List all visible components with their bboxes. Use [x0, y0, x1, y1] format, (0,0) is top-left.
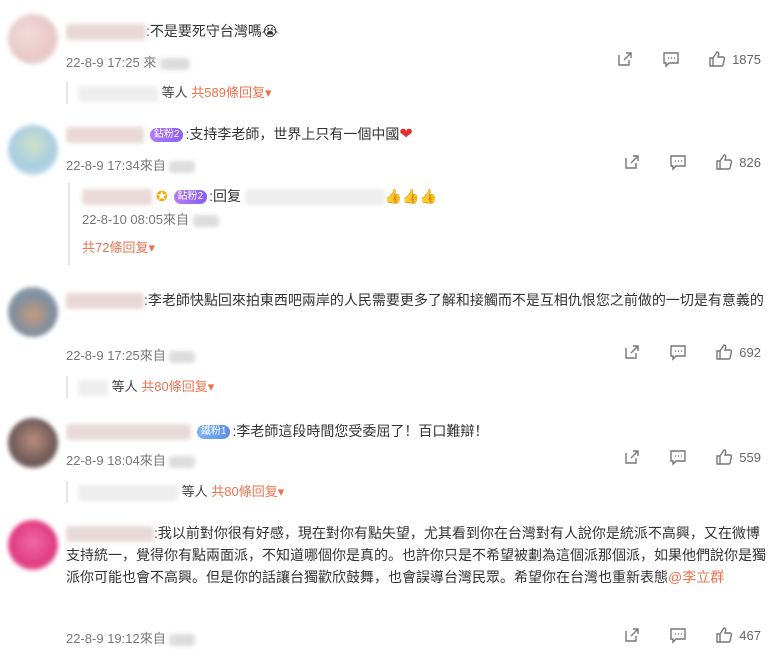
source-blurred — [169, 633, 196, 646]
fan-badge: 鉆粉2 — [173, 190, 208, 205]
chevron-down-icon[interactable]: ▾ — [208, 379, 215, 394]
like-icon[interactable] — [715, 343, 733, 361]
reply-text: ✪ 鉆粉2:回复 👍👍👍 — [82, 183, 437, 209]
thumbs-emoji: 👍👍👍 — [384, 188, 438, 204]
username-blurred[interactable] — [66, 526, 154, 543]
like-count: 692 — [739, 344, 761, 360]
username-blurred[interactable] — [66, 24, 146, 41]
reply-summary[interactable]: 等人 共589條回复▾ — [66, 82, 272, 104]
comment-source: 來 — [143, 55, 157, 70]
fan-badge: 鐵粉1 — [196, 425, 231, 440]
comment-actions: 826 — [595, 153, 761, 171]
username-blurred[interactable] — [66, 127, 144, 144]
like-icon[interactable] — [708, 50, 726, 68]
summary-total[interactable]: 共80條回复 — [211, 484, 277, 499]
summary-who: 等人 — [161, 85, 188, 100]
avatar[interactable] — [8, 125, 58, 175]
avatar[interactable] — [8, 14, 58, 64]
comment-icon[interactable] — [669, 153, 687, 171]
source-blurred — [160, 57, 190, 70]
reply-target-blurred — [244, 189, 385, 206]
verified-icon: ✪ — [155, 188, 168, 204]
comment-text: :李老師快點回來拍東西吧兩岸的人民需要更多了解和接觸而不是互相仇恨您之前做的一切… — [66, 289, 766, 311]
comment-time: 22-8-9 17:25 — [66, 348, 140, 363]
like-count: 826 — [739, 154, 761, 170]
comment-time: 22-8-9 19:12 — [66, 631, 140, 646]
avatar[interactable] — [8, 287, 58, 337]
chevron-down-icon[interactable]: ▾ — [278, 484, 285, 499]
reply-meta: 22-8-10 08:05來自 — [82, 209, 437, 231]
like-icon[interactable] — [715, 448, 733, 466]
mention-link[interactable]: @李立群 — [668, 569, 724, 585]
fan-badge: 鉆粉2 — [149, 128, 184, 143]
username-blurred[interactable] — [66, 293, 144, 310]
comment-meta: 22-8-9 17:34來自 — [66, 155, 196, 174]
source-blurred — [169, 455, 196, 468]
comment-time: 22-8-9 17:25 — [66, 55, 140, 70]
source-blurred — [169, 160, 196, 173]
comment-time: 22-8-9 18:04 — [66, 453, 140, 468]
comment-meta: 22-8-9 19:12來自 — [66, 628, 196, 647]
summary-total[interactable]: 共589條回复 — [191, 85, 265, 100]
reply-time: 22-8-10 08:05 — [82, 212, 163, 227]
summary-who: 等人 — [181, 484, 208, 499]
comment-source: 來自 — [139, 453, 166, 468]
comment-text: :我以前對你很有好感，現在對你有點失望，尤其看到你在台灣對有人說你是統派不高興，… — [66, 522, 766, 588]
like-icon[interactable] — [715, 153, 733, 171]
reply-body: :回复 — [209, 188, 241, 204]
comment-text: 鐵粉1:李老師這段時間您受委屈了！百口難辯！ — [66, 420, 488, 442]
comment-actions: 692 — [595, 343, 761, 361]
comment-icon[interactable] — [669, 343, 687, 361]
comment-actions: 559 — [595, 448, 761, 466]
like-count: 559 — [739, 449, 761, 465]
share-icon[interactable] — [623, 153, 641, 171]
heart-icon: ❤ — [399, 126, 413, 143]
reply-source: 來自 — [162, 212, 189, 227]
comment-body: :支持李老師，世界上只有一個中國 — [185, 126, 400, 142]
share-icon[interactable] — [623, 448, 641, 466]
share-icon[interactable] — [623, 343, 641, 361]
source-blurred — [192, 214, 219, 227]
reply-username-blurred[interactable] — [82, 189, 152, 206]
summary-total[interactable]: 共72條回复 — [82, 240, 148, 255]
comment-body: :我以前對你很有好感，現在對你有點失望，尤其看到你在台灣對有人說你是統派不高興，… — [66, 525, 766, 585]
comment-source: 來自 — [139, 158, 166, 173]
nested-reply: ✪ 鉆粉2:回复 👍👍👍 22-8-10 08:05來自 共72條回复▾ — [68, 183, 437, 265]
replier-blurred — [78, 85, 158, 102]
comment-icon[interactable] — [669, 448, 687, 466]
replier-blurred — [78, 379, 108, 396]
summary-total[interactable]: 共80條回复 — [141, 379, 207, 394]
comment-meta: 22-8-9 17:25 來 — [66, 52, 190, 71]
comment-meta: 22-8-9 17:25來自 — [66, 345, 196, 364]
replier-blurred — [78, 484, 178, 501]
comment-icon[interactable] — [669, 626, 687, 644]
share-icon[interactable] — [616, 50, 634, 68]
chevron-down-icon[interactable]: ▾ — [265, 85, 272, 100]
source-blurred — [169, 350, 196, 363]
comment-text: :不是要死守台灣嗎😭 — [66, 20, 278, 42]
comment-source: 來自 — [139, 631, 166, 646]
username-blurred[interactable] — [66, 424, 191, 441]
like-icon[interactable] — [715, 626, 733, 644]
reply-summary[interactable]: 共72條回复▾ — [82, 231, 437, 265]
summary-who: 等人 — [111, 379, 138, 394]
avatar[interactable] — [8, 520, 58, 570]
like-count: 467 — [739, 627, 761, 643]
comment-text: 鉆粉2:支持李老師，世界上只有一個中國❤ — [66, 123, 413, 146]
comment-source: 來自 — [139, 348, 166, 363]
comment-body: :李老師快點回來拍東西吧兩岸的人民需要更多了解和接觸而不是互相仇恨您之前做的一切… — [144, 292, 764, 308]
reply-summary[interactable]: 等人 共80條回复▾ — [66, 481, 284, 503]
comment-meta: 22-8-9 18:04來自 — [66, 450, 196, 469]
comment-actions: 467 — [595, 626, 761, 644]
comment-time: 22-8-9 17:34 — [66, 158, 140, 173]
comment-body: :李老師這段時間您受委屈了！百口難辯！ — [232, 423, 489, 439]
comment-icon[interactable] — [662, 50, 680, 68]
comment-body: :不是要死守台灣嗎😭 — [146, 23, 279, 39]
comment-actions: 1875 — [588, 50, 761, 68]
reply-summary[interactable]: 等人 共80條回复▾ — [66, 376, 214, 398]
avatar[interactable] — [8, 418, 58, 468]
like-count: 1875 — [732, 51, 761, 67]
chevron-down-icon[interactable]: ▾ — [148, 240, 155, 255]
share-icon[interactable] — [623, 626, 641, 644]
